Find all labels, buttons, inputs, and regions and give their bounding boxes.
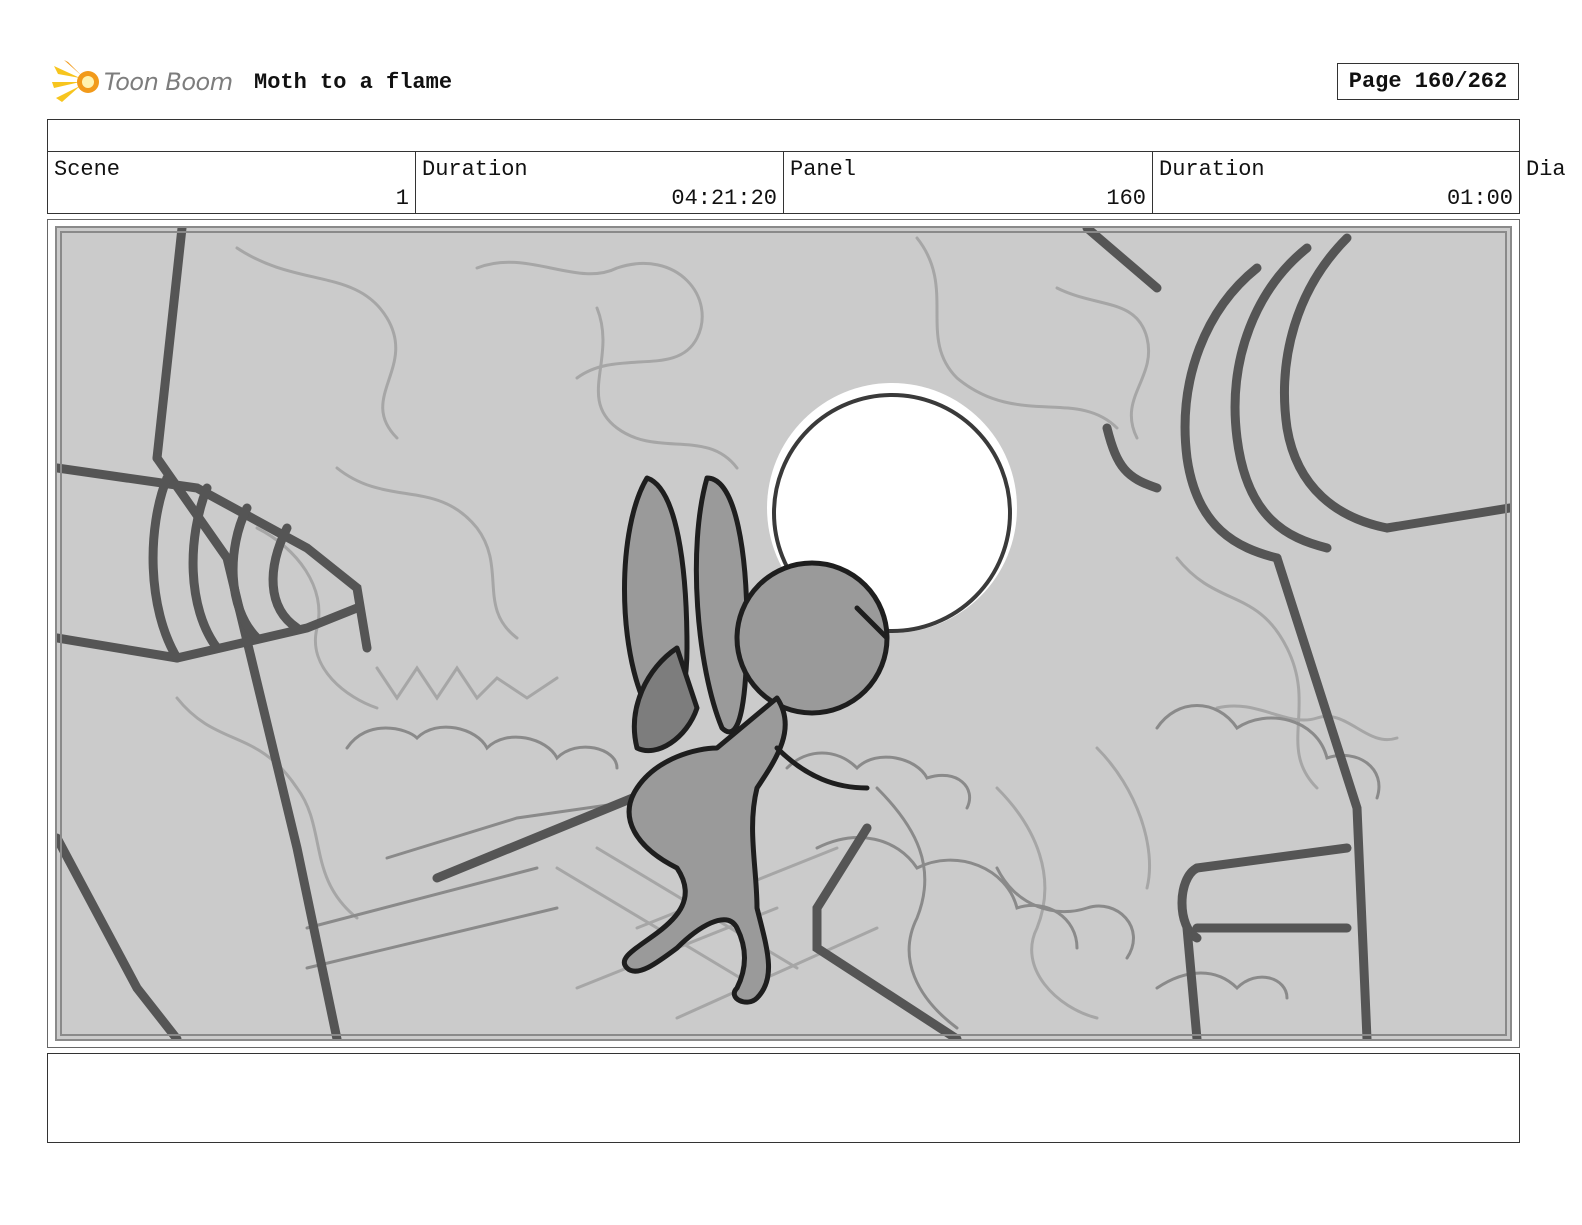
moth-sketch-illustration <box>57 228 1510 1039</box>
panel-value: 160 <box>1106 186 1146 211</box>
panel-duration-value: 01:00 <box>1446 186 1513 211</box>
scene-value: 1 <box>395 186 409 211</box>
scene-cell: Scene 1 <box>48 152 416 213</box>
toon-boom-star-icon <box>52 60 99 102</box>
header-blank-row <box>47 119 1520 152</box>
scene-duration-label: Duration <box>422 157 528 182</box>
panel-info-row: Scene 1 Duration 04:21:20 Panel 160 Dura… <box>47 151 1520 214</box>
panel-duration-label: Duration <box>1159 157 1265 182</box>
page-indicator: Page 160/262 <box>1337 63 1519 100</box>
storyboard-panel-image <box>55 226 1512 1041</box>
toon-boom-logo: Toon Boom <box>50 56 240 108</box>
dialogue-label-cut-off: Dia <box>1526 157 1566 182</box>
panel-cell: Panel 160 <box>784 152 1153 213</box>
scene-duration-value: 04:21:20 <box>671 186 777 211</box>
scene-label: Scene <box>54 157 121 182</box>
logo-text: Toon Boom <box>104 68 233 96</box>
scene-duration-cell: Duration 04:21:20 <box>416 152 784 213</box>
project-title: Moth to a flame <box>254 70 453 95</box>
panel-label: Panel <box>790 157 857 182</box>
storyboard-panel-frame <box>47 219 1520 1048</box>
panel-duration-cell: Duration 01:00 <box>1153 152 1520 213</box>
notes-box <box>47 1053 1520 1143</box>
